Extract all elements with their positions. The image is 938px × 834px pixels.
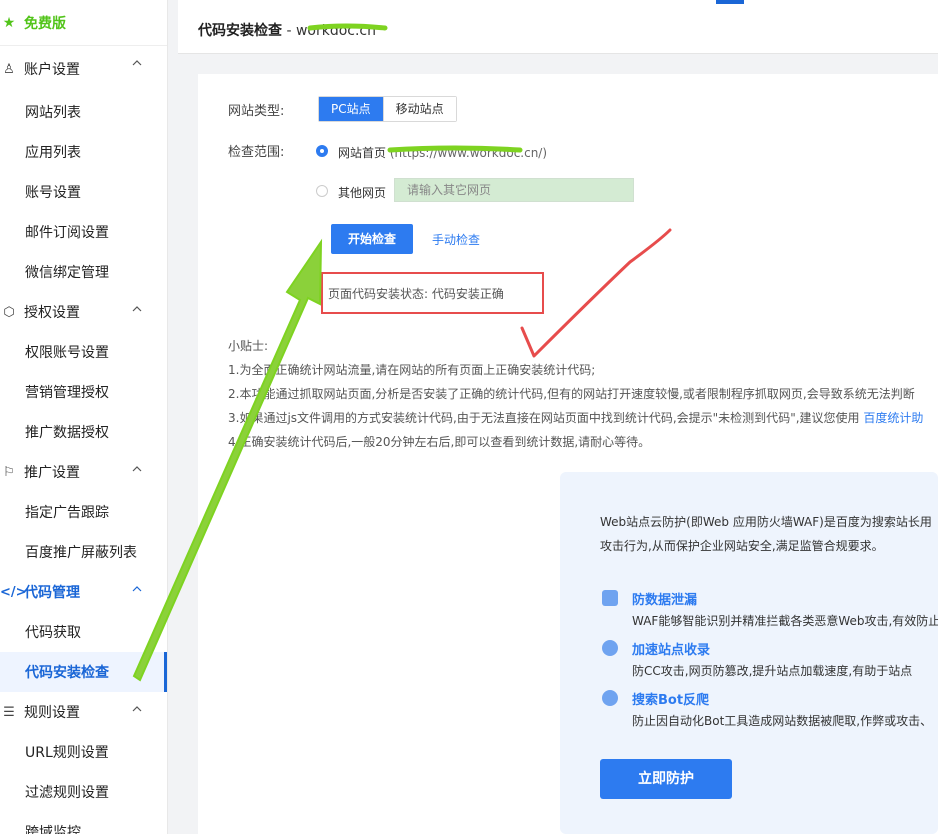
sidebar-item-promo-block-list[interactable]: 百度推广屏蔽列表 — [0, 532, 167, 572]
rocket-icon — [602, 640, 618, 656]
site-type-switch: PC站点 移动站点 — [318, 96, 457, 122]
sidebar-item-code-install-check[interactable]: 代码安装检查 — [0, 652, 167, 692]
sidebar-group-authorization[interactable]: ⬡ 授权设置 — [0, 292, 167, 332]
tips-section: 小贴士: 1.为全面正确统计网站流量,请在网站的所有页面上正确安装统计代码; 2… — [228, 334, 923, 454]
sidebar-group-label: 授权设置 — [24, 305, 80, 321]
cube-icon: ⬡ — [3, 304, 15, 320]
homepage-radio[interactable] — [316, 145, 328, 157]
promo-intro-line: 攻击行为,从而保护企业网站安全,满足监管合规要求。 — [600, 539, 884, 553]
chevron-up-icon — [132, 306, 142, 312]
other-page-input[interactable]: 请输入其它网页 — [394, 178, 634, 202]
feature-desc: 防CC攻击,网页防篡改,提升站点加载速度,有助于站点 — [632, 664, 913, 678]
site-type-label: 网站类型: — [228, 104, 285, 119]
flag-icon: ⚐ — [3, 464, 15, 480]
manual-check-link[interactable]: 手动检查 — [432, 231, 480, 248]
user-icon: ♙ — [3, 61, 15, 77]
page-header: 代码安装检查 - workdoc.cn — [178, 0, 938, 54]
feature-desc: WAF能够智能识别并精准拦截各类恶意Web攻击,有效防止 — [632, 614, 938, 628]
feature-title: 加速站点收录 — [632, 643, 711, 658]
homepage-url: (https://www.workdoc.cn/) — [389, 146, 548, 160]
sidebar-item-app-list[interactable]: 应用列表 — [0, 132, 167, 172]
pc-site-tab[interactable]: PC站点 — [319, 97, 383, 121]
tips-title: 小贴士: — [228, 339, 269, 353]
bot-icon — [602, 690, 618, 706]
feature-desc: 防止因自动化Bot工具造成网站数据被爬取,作弊或攻击、 — [632, 714, 933, 728]
chevron-up-icon — [132, 706, 142, 712]
sidebar-item-cross-domain[interactable]: 跨域监控 — [0, 812, 167, 834]
tip-line: 2.本功能通过抓取网站页面,分析是否安装了正确的统计代码,但有的网站打开速度较慢… — [228, 387, 915, 401]
sidebar-group-promotion[interactable]: ⚐ 推广设置 — [0, 452, 167, 492]
site-name: - workdoc.cn — [282, 23, 377, 39]
promo-intro-line: Web站点云防护(即Web 应用防火墙WAF)是百度为搜索站长用 — [600, 515, 932, 529]
tip-line: 3.如果通过js文件调用的方式安装统计代码,由于无法直接在网站页面中找到统计代码… — [228, 406, 923, 430]
chevron-up-icon — [132, 586, 142, 592]
page-title: 代码安装检查 - workdoc.cn — [198, 20, 376, 40]
page-title-text: 代码安装检查 — [198, 23, 282, 39]
sidebar-group-label: 推广设置 — [24, 465, 80, 481]
mobile-site-tab[interactable]: 移动站点 — [382, 97, 456, 121]
tip-line-text: 3.如果通过js文件调用的方式安装统计代码,由于无法直接在网站页面中找到统计代码… — [228, 411, 864, 425]
code-icon: </> — [0, 584, 27, 600]
chevron-up-icon — [132, 60, 142, 66]
install-status-text: 页面代码安装状态: 代码安装正确 — [328, 287, 504, 301]
homepage-option-label: 网站首页 — [338, 146, 387, 160]
sidebar-item-wechat-binding[interactable]: 微信绑定管理 — [0, 252, 167, 292]
sidebar: ★ 免费版 ♙ 账户设置 网站列表 应用列表 账号设置 邮件订阅设置 微信绑定管… — [0, 0, 168, 834]
feature-title: 搜索Bot反爬 — [632, 693, 710, 708]
other-page-option: 其他网页 — [338, 186, 387, 200]
promo-intro: Web站点云防护(即Web 应用防火墙WAF)是百度为搜索站长用 攻击行为,从而… — [600, 510, 932, 558]
homepage-option: 网站首页 (https://www.workdoc.cn/) — [338, 144, 547, 161]
sidebar-group-account[interactable]: ♙ 账户设置 — [0, 46, 167, 92]
sidebar-group-label: 代码管理 — [24, 585, 80, 601]
tip-line: 4.正确安装统计代码后,一般20分钟左右后,即可以查看到统计数据,请耐心等待。 — [228, 435, 651, 449]
protect-now-button[interactable]: 立即防护 — [600, 759, 732, 799]
baidu-helper-link[interactable]: 百度统计助 — [863, 411, 923, 425]
sidebar-item-permission-accounts[interactable]: 权限账号设置 — [0, 332, 167, 372]
scope-label: 检查范围: — [228, 145, 285, 160]
sidebar-item-site-list[interactable]: 网站列表 — [0, 92, 167, 132]
edit-list-icon: ☰ — [3, 704, 15, 720]
sidebar-item-ad-tracking[interactable]: 指定广告跟踪 — [0, 492, 167, 532]
star-icon: ★ — [2, 14, 16, 31]
sidebar-group-label: 账户设置 — [24, 62, 80, 78]
edition-label: 免费版 — [24, 15, 66, 32]
feature-title: 防数据泄漏 — [632, 593, 698, 608]
sidebar-group-code[interactable]: </> 代码管理 — [0, 572, 167, 612]
other-page-radio[interactable] — [316, 185, 328, 197]
sidebar-item-marketing-auth[interactable]: 营销管理授权 — [0, 372, 167, 412]
chevron-up-icon — [132, 466, 142, 472]
sidebar-item-email-subscription[interactable]: 邮件订阅设置 — [0, 212, 167, 252]
start-check-button[interactable]: 开始检查 — [331, 224, 413, 254]
tip-line: 1.为全面正确统计网站流量,请在网站的所有页面上正确安装统计代码; — [228, 363, 596, 377]
sidebar-group-rules[interactable]: ☰ 规则设置 — [0, 692, 167, 732]
sidebar-item-get-code[interactable]: 代码获取 — [0, 612, 167, 652]
waf-promo-card: Web站点云防护(即Web 应用防火墙WAF)是百度为搜索站长用 攻击行为,从而… — [560, 472, 938, 834]
chart-icon — [602, 590, 618, 606]
sidebar-item-account-settings[interactable]: 账号设置 — [0, 172, 167, 212]
active-tab-indicator — [716, 0, 744, 4]
edition-badge: ★ 免费版 — [0, 0, 167, 46]
sidebar-item-promo-data-auth[interactable]: 推广数据授权 — [0, 412, 167, 452]
sidebar-item-url-rules[interactable]: URL规则设置 — [0, 732, 167, 772]
sidebar-group-label: 规则设置 — [24, 705, 80, 721]
sidebar-item-filter-rules[interactable]: 过滤规则设置 — [0, 772, 167, 812]
